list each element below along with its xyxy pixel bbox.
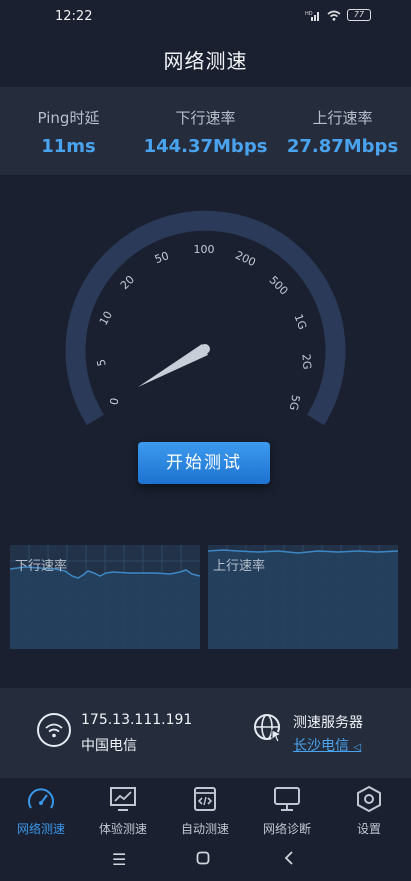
gauge-tick: 5G — [287, 394, 302, 412]
tab-settings[interactable]: 设置 — [328, 784, 410, 837]
server-select-link[interactable]: 长沙电信 ◁ — [293, 735, 361, 755]
tab-label: 自动测速 — [180, 822, 229, 836]
stats-panel: Ping时延 11ms 下行速率 144.37Mbps 上行速率 27.87Mb… — [0, 87, 411, 175]
tab-label: 体验测速 — [98, 822, 147, 836]
status-icons: HD 77 — [305, 9, 371, 21]
download-chart-label: 下行速率 — [15, 559, 68, 574]
system-nav-bar: ☰ — [0, 840, 411, 881]
network-info-panel: 175.13.111.191 中国电信 测速服务器 长沙电信 ◁ — [0, 688, 411, 778]
monitor-icon — [274, 787, 300, 811]
svg-text:HD: HD — [305, 11, 313, 17]
speed-gauge: 0 5 10 20 50 100 200 500 1G 2G 5G — [65, 210, 346, 425]
tab-label: 网络测速 — [16, 822, 65, 836]
speedometer-icon — [28, 788, 54, 809]
status-time: 12:22 — [55, 9, 93, 24]
gauge-tick: 50 — [153, 249, 171, 266]
stat-download: 下行速率 144.37Mbps — [137, 87, 274, 157]
stat-ping: Ping时延 11ms — [0, 87, 137, 157]
stat-label: 下行速率 — [175, 109, 236, 127]
ip-address: 175.13.111.191 — [81, 712, 193, 728]
tab-auto-test[interactable]: 自动测速 — [164, 784, 246, 837]
stat-value: 11ms — [41, 136, 96, 157]
bottom-tab-bar: 网络测速 体验测速 自动测速 网络诊断 设置 — [0, 778, 411, 840]
upload-chart: 上行速率 — [208, 545, 398, 649]
wifi-icon — [37, 713, 71, 747]
gauge-tick: 1G — [292, 312, 310, 331]
battery-icon: 77 — [347, 9, 371, 21]
stat-label: Ping时延 — [37, 109, 100, 127]
tab-experience-test[interactable]: 体验测速 — [82, 784, 164, 837]
wifi-icon — [327, 10, 341, 21]
caret-left-icon: ◁ — [353, 742, 362, 753]
stat-value: 27.87Mbps — [286, 136, 399, 157]
gear-icon — [357, 785, 381, 813]
signal-icon: HD — [305, 11, 319, 21]
start-test-button[interactable]: 开始测试 — [138, 442, 270, 484]
gauge-tick: 500 — [266, 274, 290, 298]
gauge-tick: 20 — [118, 273, 137, 292]
code-file-icon — [194, 787, 216, 811]
gauge-tick-labels: 0 5 10 20 50 100 200 500 1G 2G 5G — [95, 243, 314, 411]
gauge-tick: 2G — [299, 353, 313, 370]
globe-icon — [254, 714, 283, 743]
gauge-tick: 10 — [97, 309, 115, 328]
gauge-needle — [138, 344, 210, 387]
gauge-tick: 100 — [194, 243, 215, 256]
tab-label: 设置 — [356, 822, 381, 836]
monitor-chart-icon — [110, 787, 136, 811]
gauge-tick: 0 — [108, 397, 122, 406]
stat-label: 上行速率 — [312, 109, 373, 127]
page-title: 网络测速 — [163, 49, 248, 73]
server-name: 长沙电信 — [293, 738, 349, 754]
back-icon[interactable] — [283, 850, 295, 869]
home-icon[interactable] — [196, 850, 210, 869]
stat-upload: 上行速率 27.87Mbps — [274, 87, 411, 157]
gauge-tick: 200 — [233, 248, 258, 269]
menu-icon[interactable]: ☰ — [112, 850, 126, 869]
server-title: 测速服务器 — [293, 715, 363, 731]
status-bar: 12:22 HD 77 — [0, 0, 411, 34]
upload-chart-label: 上行速率 — [213, 559, 266, 574]
isp-name: 中国电信 — [81, 738, 137, 754]
tab-speed-test[interactable]: 网络测速 — [0, 784, 82, 837]
tab-network-diagnosis[interactable]: 网络诊断 — [246, 784, 328, 837]
download-chart: 下行速率 — [10, 545, 200, 649]
gauge-tick: 5 — [95, 358, 109, 367]
stat-value: 144.37Mbps — [143, 136, 268, 157]
tab-label: 网络诊断 — [262, 822, 311, 836]
